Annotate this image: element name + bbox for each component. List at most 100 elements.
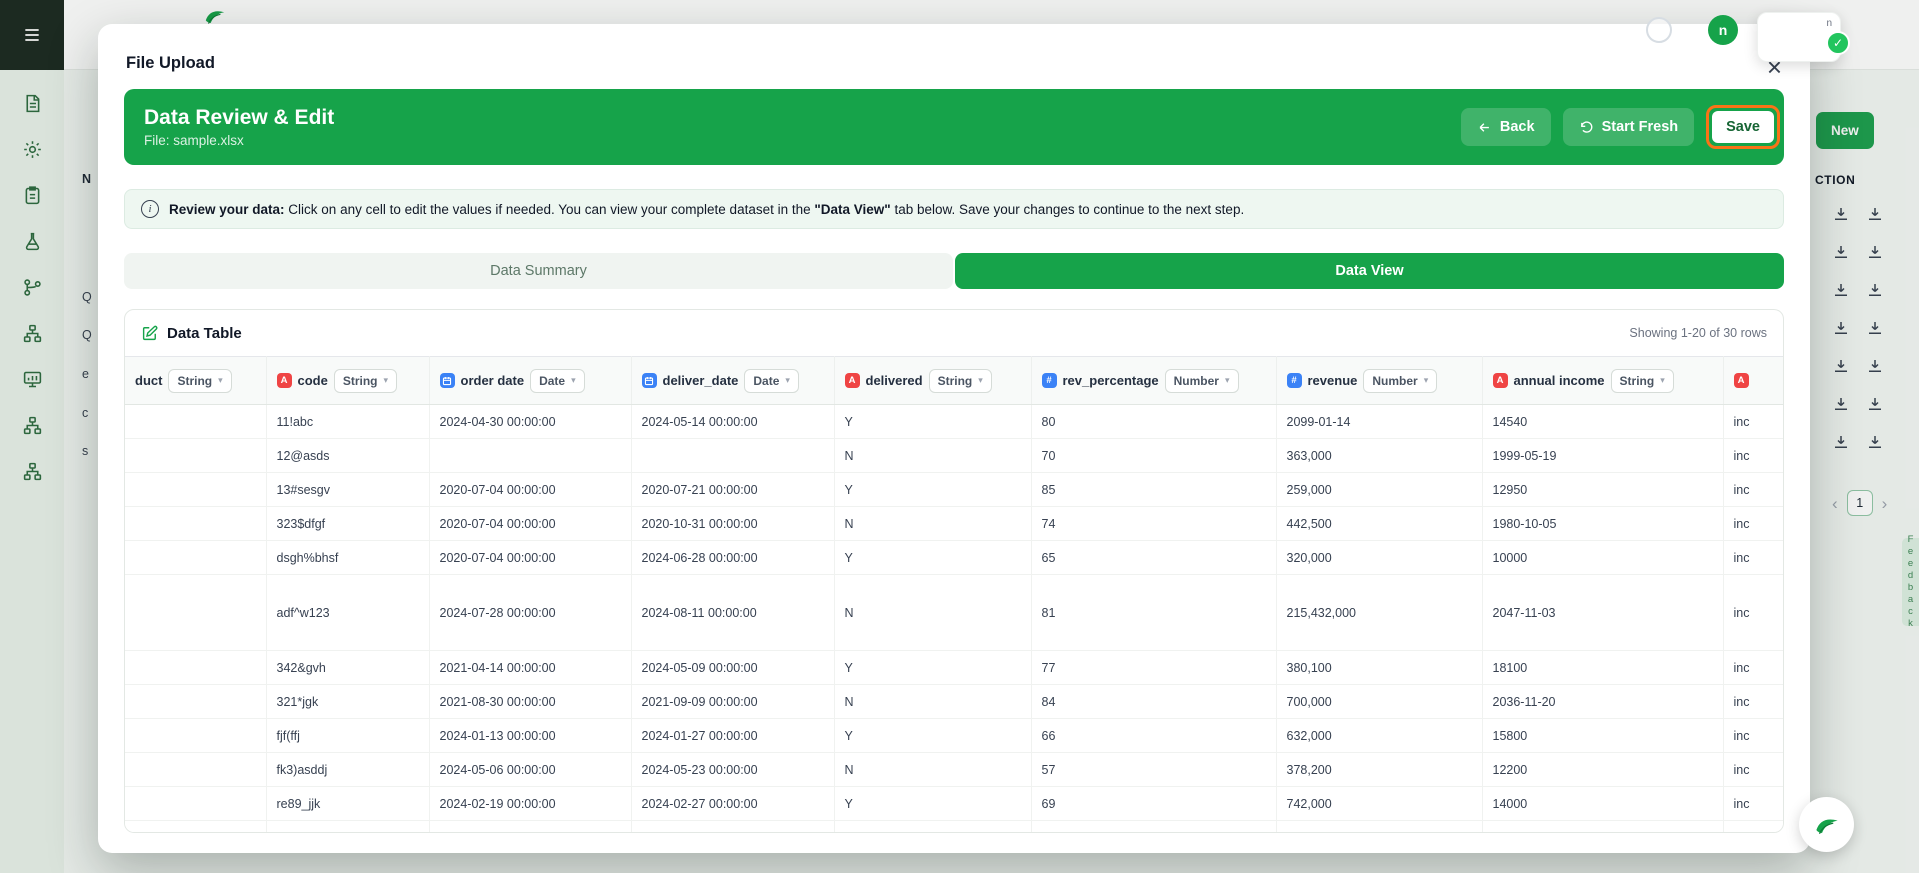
table-cell[interactable]: 1980-10-05 bbox=[1482, 507, 1723, 541]
table-cell[interactable]: 2036-11-20 bbox=[1482, 685, 1723, 719]
table-cell[interactable]: inc bbox=[1723, 753, 1783, 787]
table-cell[interactable]: 2020-07-04 00:00:00 bbox=[429, 473, 631, 507]
table-cell[interactable]: 2021-08-30 00:00:00 bbox=[429, 685, 631, 719]
table-cell[interactable] bbox=[125, 753, 266, 787]
table-cell[interactable]: Y bbox=[834, 541, 1031, 575]
extension-badge[interactable]: n bbox=[1708, 15, 1738, 45]
table-cell[interactable]: 12950 bbox=[1482, 473, 1723, 507]
table-cell[interactable]: 2024-05-06 00:00:00 bbox=[429, 753, 631, 787]
table-cell[interactable] bbox=[125, 507, 266, 541]
table-cell[interactable]: 320,000 bbox=[1276, 541, 1482, 575]
table-cell[interactable]: inc bbox=[1723, 575, 1783, 651]
table-cell[interactable]: N bbox=[834, 685, 1031, 719]
table-cell[interactable]: 2024-03-21 00:00:00 bbox=[429, 821, 631, 834]
table-cell[interactable]: 81 bbox=[1031, 575, 1276, 651]
table-cell[interactable]: 2020-07-21 00:00:00 bbox=[631, 473, 834, 507]
table-cell[interactable]: inc bbox=[1723, 439, 1783, 473]
table-cell[interactable]: hj5!kgf bbox=[266, 821, 429, 834]
table-cell[interactable]: N bbox=[834, 507, 1031, 541]
table-cell[interactable]: dsgh%bhsf bbox=[266, 541, 429, 575]
table-cell[interactable]: 84 bbox=[1031, 685, 1276, 719]
column-type-select[interactable]: Number▾ bbox=[1363, 369, 1437, 393]
table-cell[interactable]: 2021-09-09 00:00:00 bbox=[631, 685, 834, 719]
column-type-select[interactable]: Date▾ bbox=[530, 369, 585, 393]
back-button[interactable]: Back bbox=[1461, 108, 1551, 146]
table-cell[interactable]: inc bbox=[1723, 719, 1783, 753]
table-cell[interactable]: 323$dfgf bbox=[266, 507, 429, 541]
table-cell[interactable]: inc bbox=[1723, 541, 1783, 575]
table-cell[interactable]: inc bbox=[1723, 787, 1783, 821]
table-cell[interactable]: inc bbox=[1723, 821, 1783, 834]
table-cell[interactable]: 57 bbox=[1031, 753, 1276, 787]
column-type-select[interactable]: String▾ bbox=[334, 369, 397, 393]
table-cell[interactable] bbox=[125, 787, 266, 821]
table-cell[interactable]: inc bbox=[1723, 685, 1783, 719]
table-cell[interactable]: 11!abc bbox=[266, 405, 429, 439]
table-cell[interactable] bbox=[125, 405, 266, 439]
table-cell[interactable] bbox=[631, 439, 834, 473]
table-cell[interactable]: 742,000 bbox=[1276, 787, 1482, 821]
table-cell[interactable]: Y bbox=[834, 787, 1031, 821]
tab-data-summary[interactable]: Data Summary bbox=[124, 253, 953, 289]
table-cell[interactable]: 2024-05-14 00:00:00 bbox=[631, 405, 834, 439]
column-type-select[interactable]: String▾ bbox=[1611, 369, 1674, 393]
check-badge-icon[interactable]: ✓ bbox=[1826, 31, 1850, 55]
table-cell[interactable]: 77 bbox=[1031, 651, 1276, 685]
table-cell[interactable]: 380,100 bbox=[1276, 651, 1482, 685]
table-cell[interactable]: re89_jjk bbox=[266, 787, 429, 821]
column-type-select[interactable]: String▾ bbox=[929, 369, 992, 393]
table-cell[interactable]: Y bbox=[834, 719, 1031, 753]
table-cell[interactable]: 2024-01-27 00:00:00 bbox=[631, 719, 834, 753]
table-cell[interactable]: 85 bbox=[1031, 473, 1276, 507]
table-cell[interactable]: 14540 bbox=[1482, 405, 1723, 439]
table-cell[interactable]: 363,000 bbox=[1276, 439, 1482, 473]
start-fresh-button[interactable]: Start Fresh bbox=[1563, 108, 1695, 146]
table-cell[interactable]: 74 bbox=[1031, 507, 1276, 541]
table-cell[interactable]: 2020-07-04 00:00:00 bbox=[429, 507, 631, 541]
table-cell[interactable] bbox=[125, 821, 266, 834]
table-cell[interactable]: N bbox=[834, 575, 1031, 651]
table-cell[interactable]: 66 bbox=[1031, 719, 1276, 753]
table-cell[interactable]: 584,000 bbox=[1276, 821, 1482, 834]
table-cell[interactable]: 2020-07-04 00:00:00 bbox=[429, 541, 631, 575]
table-cell[interactable]: 378,200 bbox=[1276, 753, 1482, 787]
table-cell[interactable]: 15800 bbox=[1482, 719, 1723, 753]
table-cell[interactable]: 2024-07-28 00:00:00 bbox=[429, 575, 631, 651]
table-cell[interactable] bbox=[429, 439, 631, 473]
table-cell[interactable]: 2024-02-19 00:00:00 bbox=[429, 787, 631, 821]
brand-logo-button[interactable] bbox=[1799, 797, 1854, 852]
table-cell[interactable]: 632,000 bbox=[1276, 719, 1482, 753]
table-cell[interactable]: 321*jgk bbox=[266, 685, 429, 719]
browser-widget-icon[interactable] bbox=[1646, 17, 1672, 43]
table-cell[interactable]: 12200 bbox=[1482, 753, 1723, 787]
table-cell[interactable]: 70 bbox=[1031, 439, 1276, 473]
table-cell[interactable]: Y bbox=[834, 405, 1031, 439]
table-cell[interactable] bbox=[125, 719, 266, 753]
table-cell[interactable]: 12@asds bbox=[266, 439, 429, 473]
table-cell[interactable]: 1999-05-19 bbox=[1482, 439, 1723, 473]
table-cell[interactable]: 2024-02-27 00:00:00 bbox=[631, 787, 834, 821]
table-cell[interactable]: 18100 bbox=[1482, 651, 1723, 685]
table-cell[interactable] bbox=[125, 541, 266, 575]
table-cell[interactable]: N bbox=[834, 753, 1031, 787]
table-cell[interactable]: 2020-10-31 00:00:00 bbox=[631, 507, 834, 541]
table-cell[interactable]: 13100 bbox=[1482, 821, 1723, 834]
table-cell[interactable]: 2024-03-28 00:00:00 bbox=[631, 821, 834, 834]
table-cell[interactable]: N bbox=[834, 439, 1031, 473]
table-cell[interactable]: 2024-05-09 00:00:00 bbox=[631, 651, 834, 685]
table-cell[interactable] bbox=[125, 439, 266, 473]
table-cell[interactable]: 69 bbox=[1031, 787, 1276, 821]
table-cell[interactable]: 64 bbox=[1031, 821, 1276, 834]
table-cell[interactable]: fjf(ffj bbox=[266, 719, 429, 753]
table-cell[interactable] bbox=[125, 473, 266, 507]
table-cell[interactable]: 65 bbox=[1031, 541, 1276, 575]
table-cell[interactable]: Y bbox=[834, 651, 1031, 685]
table-cell[interactable]: 2024-08-11 00:00:00 bbox=[631, 575, 834, 651]
table-cell[interactable]: inc bbox=[1723, 651, 1783, 685]
table-cell[interactable]: 2099-01-14 bbox=[1276, 405, 1482, 439]
tab-data-view[interactable]: Data View bbox=[955, 253, 1784, 289]
column-type-select[interactable]: Number▾ bbox=[1165, 369, 1239, 393]
table-cell[interactable]: 342&gvh bbox=[266, 651, 429, 685]
table-cell[interactable]: 442,500 bbox=[1276, 507, 1482, 541]
table-cell[interactable] bbox=[125, 685, 266, 719]
